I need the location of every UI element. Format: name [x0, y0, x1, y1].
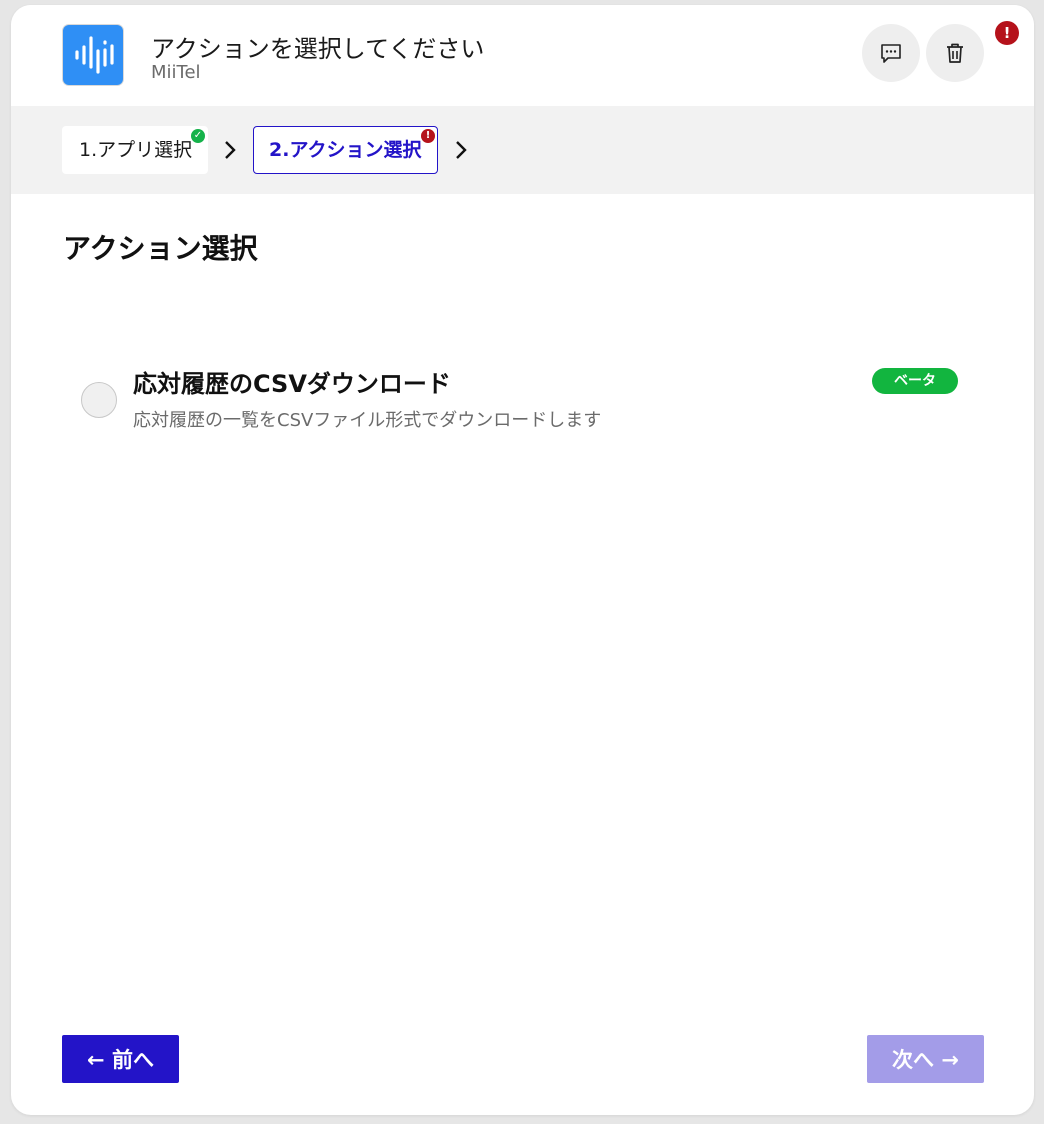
action-option[interactable]: 応対履歴のCSVダウンロード 応対履歴の一覧をCSVファイル形式でダウンロードし… [63, 350, 983, 450]
comment-button[interactable] [862, 24, 920, 82]
chevron-right-icon [456, 141, 467, 159]
step-navigation: 1.アプリ選択 ✓ 2.アクション選択 ! [11, 106, 1034, 194]
trash-icon [947, 43, 963, 63]
section-title: アクション選択 [63, 232, 258, 265]
option-description: 応対履歴の一覧をCSVファイル形式でダウンロードします [133, 410, 602, 431]
waveform-icon [75, 36, 114, 74]
miitel-logo [63, 25, 123, 85]
integration-card: アクションを選択してください MiiTel ! 1.アプリ選択 ✓ 2.アクショ… [11, 5, 1034, 1115]
header: アクションを選択してください MiiTel ! [11, 5, 1034, 106]
option-radio[interactable] [81, 382, 117, 418]
step-label: 1.アプリ選択 [79, 139, 193, 161]
check-icon: ✓ [191, 129, 205, 143]
page-title: アクションを選択してください [151, 35, 485, 63]
app-name: MiiTel [151, 62, 201, 83]
exclamation-icon: ! [421, 129, 435, 143]
prev-button[interactable]: ← 前へ [62, 1035, 179, 1083]
comment-icon [881, 44, 901, 63]
step-app-select[interactable]: 1.アプリ選択 [62, 126, 208, 174]
option-title: 応対履歴のCSVダウンロード [133, 370, 451, 398]
alert-icon: ! [995, 21, 1019, 45]
step-label: 2.アクション選択 [269, 139, 422, 161]
chevron-right-icon [225, 141, 236, 159]
beta-badge: ベータ [872, 368, 958, 394]
next-button[interactable]: 次へ → [867, 1035, 984, 1083]
delete-button[interactable] [926, 24, 984, 82]
step-action-select[interactable]: 2.アクション選択 [253, 126, 438, 174]
